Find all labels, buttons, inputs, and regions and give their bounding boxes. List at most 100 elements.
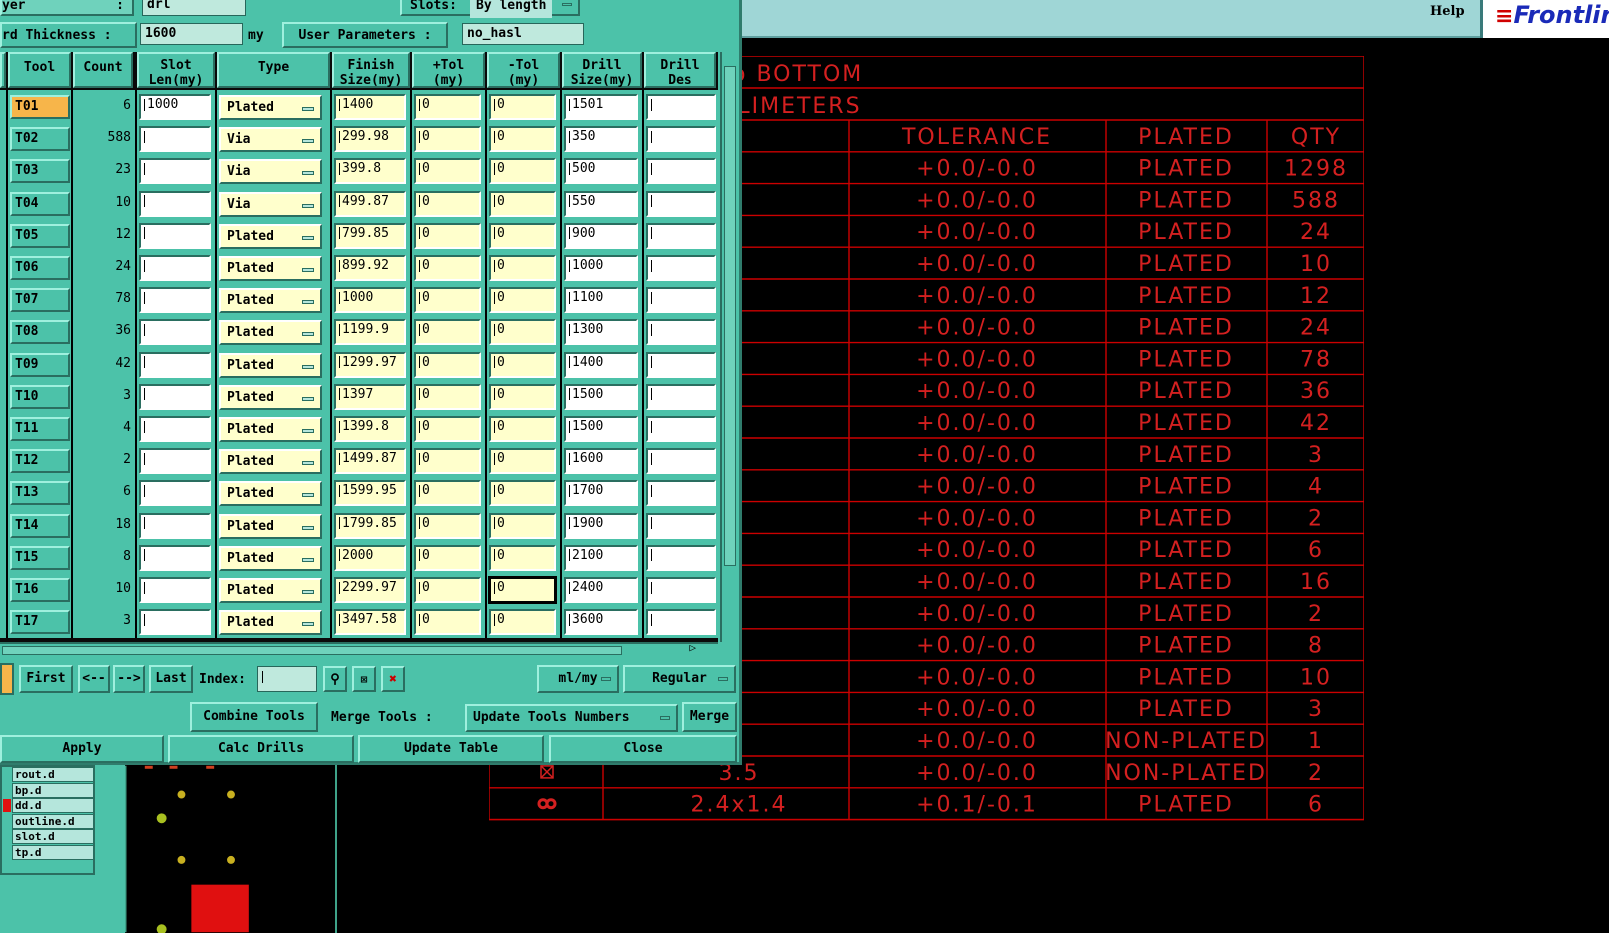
minus-tol-input[interactable]: 0 [489, 287, 556, 314]
layer-item[interactable]: dd.d [3, 798, 94, 814]
slot-length-input[interactable] [139, 416, 211, 442]
drill-des-input[interactable] [646, 126, 716, 153]
plus-tol-input[interactable]: 0 [414, 94, 481, 120]
drill-des-input[interactable] [646, 544, 716, 571]
column-header[interactable]: Slot Len(my) [137, 52, 215, 88]
pcb-preview[interactable] [125, 765, 337, 933]
slots-dropdown[interactable]: Slots: By length [400, 0, 580, 18]
last-button[interactable]: Last [149, 665, 193, 693]
drill-size-input[interactable]: 350 [564, 126, 638, 153]
finish-size-input[interactable]: 1400 [334, 94, 406, 120]
minus-tol-input[interactable]: 0 [489, 222, 556, 249]
drill-size-input[interactable]: 1400 [564, 351, 638, 378]
drill-size-input[interactable]: 1900 [564, 512, 638, 539]
minus-tol-input[interactable]: 0 [489, 416, 556, 442]
type-dropdown[interactable]: Plated [219, 545, 322, 571]
tool-button[interactable]: T03 [10, 159, 70, 184]
drill-size-input[interactable]: 1501 [564, 94, 638, 120]
slot-length-input[interactable] [139, 480, 211, 507]
user-parameters-value[interactable]: no_hasl [462, 23, 584, 45]
prev-button[interactable]: <-- [78, 665, 110, 693]
tool-button[interactable]: T04 [10, 191, 70, 216]
minus-tol-input[interactable]: 0 [489, 351, 556, 378]
finish-size-input[interactable]: 1799.85 [334, 512, 406, 539]
finish-size-input[interactable]: 799.85 [334, 222, 406, 249]
type-dropdown[interactable]: Plated [219, 513, 322, 539]
drill-size-input[interactable]: 1500 [564, 416, 638, 442]
finish-size-input[interactable]: 899.92 [334, 255, 406, 281]
type-dropdown[interactable]: Plated [219, 288, 322, 314]
slot-length-input[interactable] [139, 190, 211, 217]
slot-length-input[interactable] [139, 126, 211, 153]
column-header[interactable]: Type [217, 52, 330, 88]
minus-tol-input[interactable]: 0 [489, 448, 556, 475]
column-header[interactable]: Count [73, 52, 133, 88]
slot-length-input[interactable] [139, 158, 211, 185]
finish-size-input[interactable]: 299.98 [334, 126, 406, 153]
tool-button[interactable]: T01 [10, 95, 70, 119]
drill-des-input[interactable] [646, 94, 716, 120]
first-button[interactable]: First [19, 665, 73, 693]
minus-tol-input[interactable]: 0 [489, 383, 556, 410]
finish-size-input[interactable]: 1397 [334, 383, 406, 410]
minus-tol-input[interactable]: 0 [489, 512, 556, 539]
drill-size-input[interactable]: 550 [564, 190, 638, 217]
next-button[interactable]: --> [113, 665, 145, 693]
minus-tol-input[interactable]: 0 [489, 190, 556, 217]
slot-length-input[interactable] [139, 544, 211, 571]
drill-size-input[interactable]: 1100 [564, 287, 638, 314]
index-input[interactable] [257, 666, 317, 692]
tool-button[interactable]: T07 [10, 288, 70, 313]
finish-size-input[interactable]: 1499.87 [334, 448, 406, 475]
type-dropdown[interactable]: Plated [219, 320, 322, 346]
user-parameters-button[interactable]: User Parameters : [282, 22, 448, 48]
drill-size-input[interactable]: 1500 [564, 383, 638, 410]
drill-size-input[interactable]: 1600 [564, 448, 638, 475]
type-dropdown[interactable]: Via [219, 191, 322, 217]
plus-tol-input[interactable]: 0 [414, 577, 481, 603]
type-dropdown[interactable]: Plated [219, 481, 322, 507]
board-thickness-input[interactable]: 1600 [140, 23, 243, 45]
mode-dropdown[interactable]: Regular [623, 665, 736, 693]
plus-tol-input[interactable]: 0 [414, 319, 481, 346]
layer-item[interactable]: slot.d [12, 829, 94, 845]
drill-size-input[interactable]: 2100 [564, 544, 638, 571]
calc-drills-button[interactable]: Calc Drills [168, 735, 354, 763]
update-table-button[interactable]: Update Table [358, 735, 544, 763]
layer-item[interactable]: bp.d [12, 782, 94, 798]
drill-des-input[interactable] [646, 577, 716, 603]
drill-size-input[interactable]: 500 [564, 158, 638, 185]
plus-tol-input[interactable]: 0 [414, 544, 481, 571]
slot-length-input[interactable] [139, 512, 211, 539]
hscroll-thumb[interactable] [2, 646, 622, 655]
type-dropdown[interactable]: Plated [219, 578, 322, 603]
plus-tol-input[interactable]: 0 [414, 448, 481, 475]
slot-length-input[interactable] [139, 383, 211, 410]
find-icon[interactable]: ⊠ [352, 666, 376, 692]
minus-tol-input[interactable]: 0 [489, 544, 556, 571]
plus-tol-input[interactable]: 0 [414, 416, 481, 442]
help-menu[interactable]: Help [1430, 4, 1465, 19]
drill-size-input[interactable]: 3600 [564, 609, 638, 636]
tool-button[interactable]: T08 [10, 320, 70, 345]
tool-button[interactable]: T12 [10, 449, 70, 474]
drill-des-input[interactable] [646, 190, 716, 217]
tool-button[interactable]: T17 [10, 610, 70, 635]
merge-button[interactable]: Merge [682, 702, 737, 732]
drill-des-input[interactable] [646, 222, 716, 249]
drill-des-input[interactable] [646, 351, 716, 378]
drill-size-input[interactable]: 1000 [564, 255, 638, 281]
drill-des-input[interactable] [646, 448, 716, 475]
type-dropdown[interactable]: Plated [219, 417, 322, 442]
drill-des-input[interactable] [646, 480, 716, 507]
slot-length-input[interactable] [139, 222, 211, 249]
drill-des-input[interactable] [646, 255, 716, 281]
combine-tools-button[interactable]: Combine Tools [190, 702, 318, 732]
tool-button[interactable]: T06 [10, 256, 70, 280]
tool-button[interactable]: T09 [10, 352, 70, 377]
finish-size-input[interactable]: 499.87 [334, 190, 406, 217]
slot-length-input[interactable] [139, 448, 211, 475]
slot-length-input[interactable] [139, 351, 211, 378]
minus-tol-input[interactable]: 0 [488, 576, 557, 604]
scroll-right-arrow-icon[interactable]: ▷ [689, 641, 696, 654]
